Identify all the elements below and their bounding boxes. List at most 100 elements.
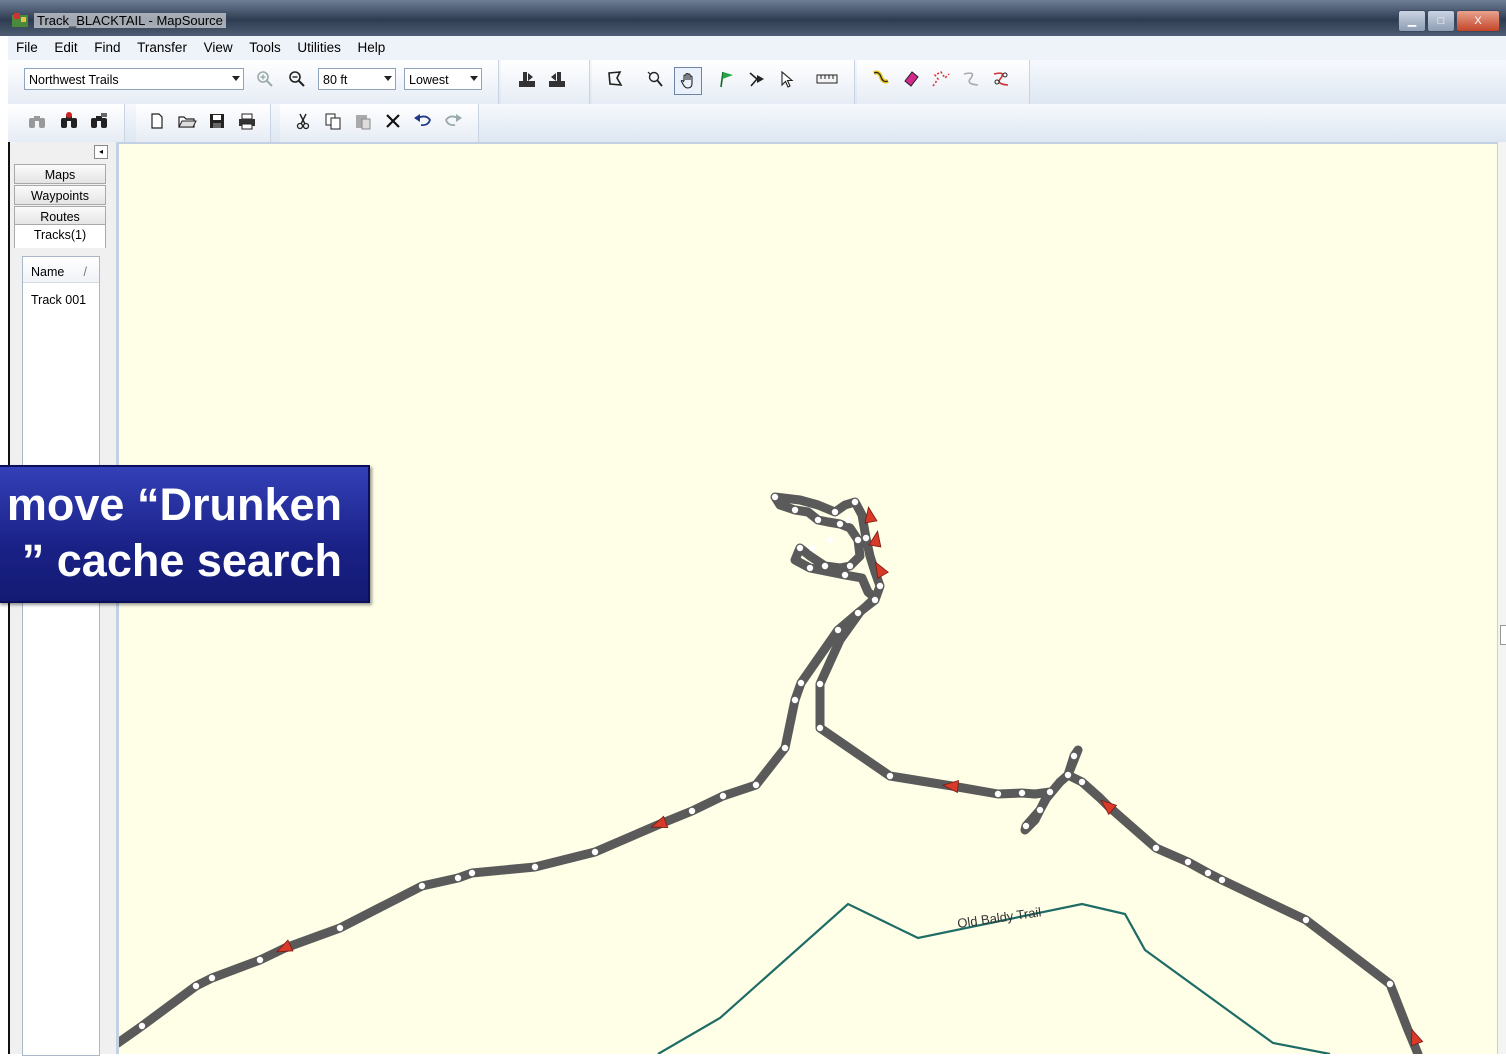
collapse-panel-button[interactable]: ◂ <box>94 145 108 159</box>
join-track-icon[interactable] <box>960 68 982 90</box>
track-point <box>1152 844 1160 852</box>
find-binoculars-icon[interactable] <box>26 110 48 132</box>
maximize-button[interactable]: □ <box>1427 10 1455 32</box>
splitter-handle[interactable] <box>1500 625 1506 645</box>
track-point <box>256 956 264 964</box>
track-point <box>876 582 884 590</box>
menu-help[interactable]: Help <box>358 36 386 60</box>
track-point <box>468 869 476 877</box>
menu-tools[interactable]: Tools <box>249 36 281 60</box>
zoom-tool-icon[interactable] <box>644 68 666 90</box>
trail-line <box>657 902 1331 1054</box>
track-point <box>796 544 804 552</box>
track-point <box>1078 778 1086 786</box>
track-point <box>797 679 805 687</box>
track-point <box>591 848 599 856</box>
track-point <box>1184 858 1192 866</box>
track-point <box>1204 869 1212 877</box>
direction-arrow-icon <box>868 530 882 548</box>
save-disk-icon[interactable] <box>206 110 228 132</box>
track-point <box>781 744 789 752</box>
map-right-edge <box>1497 142 1506 1054</box>
tracks-list[interactable]: Name / Track 001 <box>22 256 100 1056</box>
tab-routes[interactable]: Routes <box>14 206 106 226</box>
tab-waypoints[interactable]: Waypoints <box>14 185 106 205</box>
track-point <box>841 571 849 579</box>
menu-view[interactable]: View <box>204 36 233 60</box>
route-tool-icon[interactable] <box>746 68 768 90</box>
zoom-in-icon[interactable] <box>254 68 276 90</box>
callout-line-1: move “Drunken <box>6 479 342 530</box>
menu-find[interactable]: Find <box>94 36 120 60</box>
divide-track-icon[interactable] <box>930 68 952 90</box>
tab-maps[interactable]: Maps <box>14 164 106 184</box>
track-point <box>208 974 216 982</box>
menu-bar: File Edit Find Transfer View Tools Utili… <box>8 36 1506 61</box>
track-point <box>808 544 816 552</box>
track-point <box>752 781 760 789</box>
track-point <box>816 680 824 688</box>
measure-ruler-icon[interactable] <box>816 68 838 90</box>
mapsource-app-icon <box>12 13 28 27</box>
track-point <box>771 493 779 501</box>
track-point <box>831 508 839 516</box>
tab-tracks[interactable]: Tracks(1) <box>14 224 106 248</box>
waypoint-flag-icon[interactable] <box>716 68 738 90</box>
detail-level-value: Lowest <box>409 73 449 87</box>
map-product-select[interactable]: Northwest Trails <box>24 68 244 90</box>
chevron-down-icon <box>384 76 392 81</box>
chevron-down-icon <box>232 76 240 81</box>
find-address-icon[interactable] <box>88 110 110 132</box>
close-button[interactable]: X <box>1456 10 1500 32</box>
detail-level-select[interactable]: Lowest <box>404 68 482 90</box>
track-edit-icon[interactable] <box>870 68 892 90</box>
cut-scissors-icon[interactable] <box>292 110 314 132</box>
list-item[interactable]: Track 001 <box>31 293 86 307</box>
track-point <box>862 534 870 542</box>
menu-file[interactable]: File <box>16 36 38 60</box>
track-point <box>851 498 859 506</box>
zoom-scale-select[interactable]: 80 ft <box>318 68 396 90</box>
pan-hand-icon[interactable] <box>674 67 702 95</box>
track-point <box>854 609 862 617</box>
find-nearby-icon[interactable] <box>58 110 80 132</box>
trail-label: Old Baldy Trail <box>956 904 1042 931</box>
copy-icon[interactable] <box>322 110 344 132</box>
menu-transfer[interactable]: Transfer <box>137 36 187 60</box>
menu-utilities[interactable]: Utilities <box>297 36 341 60</box>
redo-icon[interactable] <box>442 110 464 132</box>
menu-edit[interactable]: Edit <box>54 36 77 60</box>
selection-arrow-icon[interactable] <box>776 68 798 90</box>
paste-icon[interactable] <box>352 110 374 132</box>
track-point <box>854 536 862 544</box>
track-point <box>1302 916 1310 924</box>
open-folder-icon[interactable] <box>176 110 198 132</box>
track-point <box>1218 876 1226 884</box>
track-point <box>844 516 852 524</box>
track-point <box>1064 771 1072 779</box>
track-point <box>418 882 426 890</box>
send-to-device-icon[interactable] <box>546 68 568 90</box>
print-icon[interactable] <box>236 110 258 132</box>
track-point <box>826 536 834 544</box>
receive-from-device-icon[interactable] <box>516 68 538 90</box>
delete-x-icon[interactable] <box>382 110 404 132</box>
callout-line-2: ” cache search <box>21 535 342 586</box>
list-header-name[interactable]: Name / <box>23 257 99 283</box>
track-point <box>1036 806 1044 814</box>
new-file-icon[interactable] <box>146 110 168 132</box>
track-path-2 <box>815 593 1423 1054</box>
minimize-button[interactable]: ▁ <box>1398 10 1426 32</box>
filter-track-icon[interactable] <box>990 68 1012 90</box>
window-title: Track_BLACKTAIL - MapSource <box>34 13 226 28</box>
track-point <box>871 596 879 604</box>
track-point <box>454 874 462 882</box>
track-point <box>821 562 829 570</box>
chevron-down-icon <box>470 76 478 81</box>
eraser-icon[interactable] <box>900 68 922 90</box>
undo-icon[interactable] <box>412 110 434 132</box>
track-point <box>791 506 799 514</box>
annotation-callout: move “Drunken ” cache search <box>0 465 370 603</box>
zoom-out-icon[interactable] <box>286 68 308 90</box>
select-area-icon[interactable] <box>604 68 626 90</box>
